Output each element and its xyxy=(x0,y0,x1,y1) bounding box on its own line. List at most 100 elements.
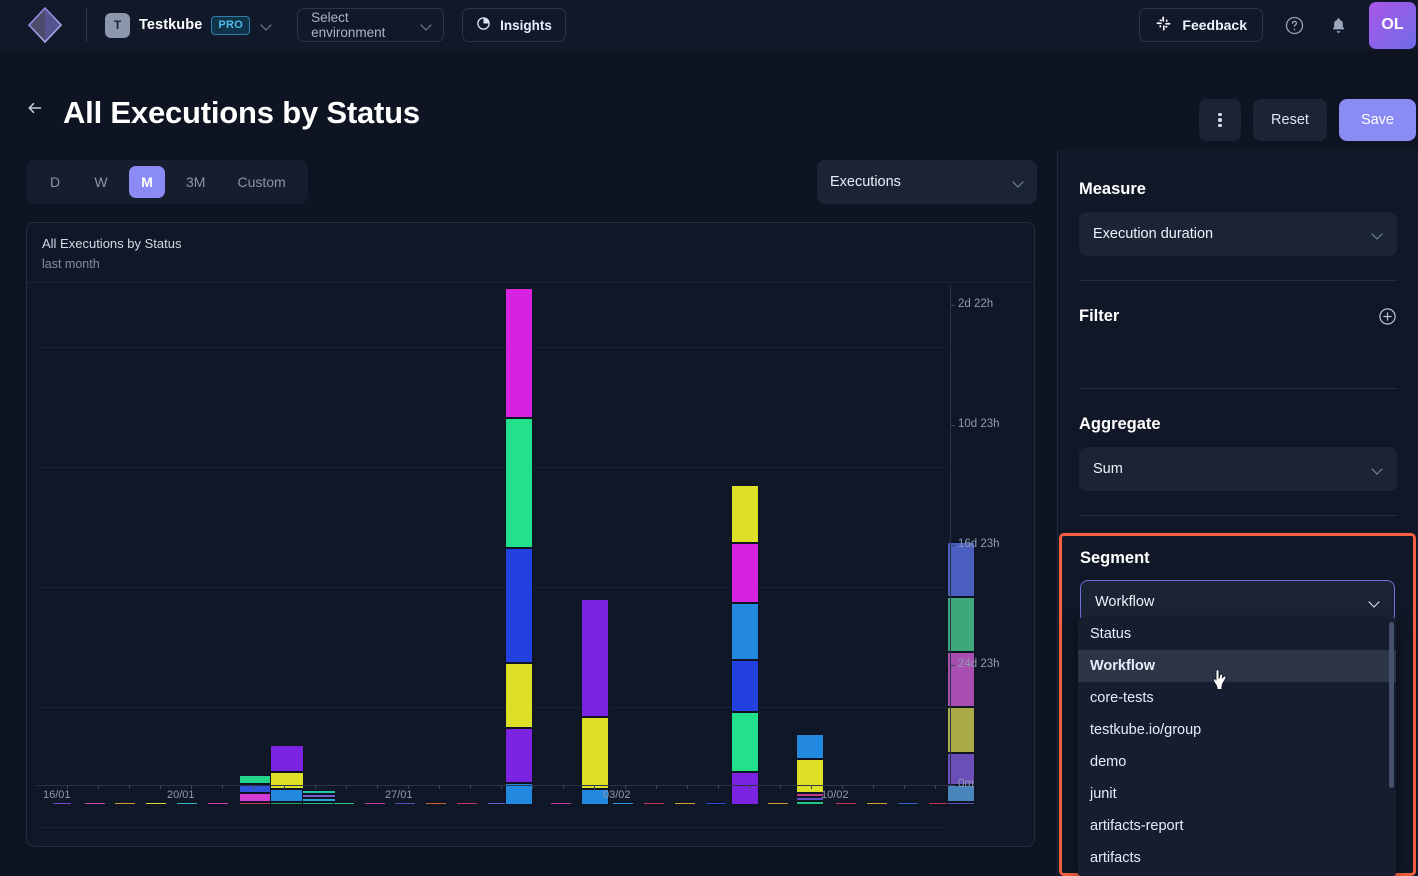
chart-bar[interactable] xyxy=(52,802,72,805)
chart-plot-area[interactable]: 2d 22h10d 23h16d 23h24d 23h0m 16/0120/01… xyxy=(27,283,1034,849)
range-tab-w[interactable]: W xyxy=(83,166,119,198)
reset-button[interactable]: Reset xyxy=(1253,99,1327,141)
chart-bar[interactable] xyxy=(767,802,789,805)
dropdown-option[interactable]: core-tests xyxy=(1078,682,1396,714)
chart-bar[interactable] xyxy=(270,745,304,805)
chart-axis-spine xyxy=(950,285,951,785)
feedback-button[interactable]: Feedback xyxy=(1139,8,1263,42)
chart-bar-segment xyxy=(239,793,273,802)
measure-select[interactable]: Execution duration xyxy=(1079,212,1397,256)
chart-bar[interactable] xyxy=(394,802,416,805)
save-button[interactable]: Save xyxy=(1339,99,1416,141)
dropdown-option[interactable]: demo xyxy=(1078,746,1396,778)
dropdown-option[interactable]: Workflow xyxy=(1078,650,1396,682)
chart-header: All Executions by Status last month xyxy=(27,223,1034,283)
chart-x-minor-tick xyxy=(408,785,409,789)
metric-select[interactable]: Executions xyxy=(817,160,1037,204)
chart-bar[interactable] xyxy=(145,802,167,805)
chart-bar-segment xyxy=(550,802,572,805)
chevron-down-icon xyxy=(262,21,271,30)
chart-bar[interactable] xyxy=(947,542,975,805)
chart-x-minor-tick xyxy=(222,785,223,789)
user-avatar[interactable]: OL xyxy=(1369,2,1416,49)
chart-x-minor-tick xyxy=(563,785,564,789)
chart-bar-segment xyxy=(643,802,665,805)
chart-y-axis-label: 24d 23h xyxy=(958,658,1000,670)
range-tab-d[interactable]: D xyxy=(37,166,73,198)
chart-x-minor-tick xyxy=(191,785,192,789)
chart-bar-segment xyxy=(731,660,759,712)
segment-dropdown-list: StatusWorkflowcore-teststestkube.io/grou… xyxy=(1078,618,1396,874)
chart-bar[interactable] xyxy=(705,802,727,805)
chart-bar-segment xyxy=(505,288,533,418)
chart-bar-segment xyxy=(456,802,478,805)
chart-bar[interactable] xyxy=(796,734,824,805)
chart-gridline xyxy=(36,347,948,348)
dropdown-option[interactable]: junit xyxy=(1078,778,1396,810)
chart-bar[interactable] xyxy=(239,775,273,805)
range-tab-custom[interactable]: Custom xyxy=(226,166,296,198)
chart-x-minor-tick xyxy=(811,785,812,789)
testkube-diamond-logo[interactable] xyxy=(24,4,66,46)
chart-bar[interactable] xyxy=(84,802,106,805)
chart-bar[interactable] xyxy=(897,802,919,805)
range-tab-3m[interactable]: 3M xyxy=(175,166,216,198)
chart-bar[interactable] xyxy=(674,802,696,805)
chart-x-minor-tick xyxy=(904,785,905,789)
chart-bar-segment xyxy=(947,542,975,597)
chart-x-minor-tick xyxy=(253,785,254,789)
segment-dropdown-menu[interactable]: StatusWorkflowcore-teststestkube.io/grou… xyxy=(1078,618,1396,876)
chart-bar-segment xyxy=(581,717,609,789)
insights-button[interactable]: Insights xyxy=(462,8,566,42)
more-options-button[interactable] xyxy=(1199,99,1241,141)
chart-x-minor-tick xyxy=(284,785,285,789)
aggregate-select[interactable]: Sum xyxy=(1079,447,1397,491)
dropdown-scrollbar[interactable] xyxy=(1389,622,1394,788)
page-header-actions: Reset Save xyxy=(1199,99,1416,141)
chart-x-minor-tick xyxy=(439,785,440,789)
chart-bar[interactable] xyxy=(581,599,609,805)
chevron-down-icon xyxy=(1014,178,1023,187)
chart-bar[interactable] xyxy=(364,802,386,805)
chart-bar[interactable] xyxy=(207,802,229,805)
chart-bar[interactable] xyxy=(866,802,888,805)
slack-icon xyxy=(1155,15,1172,35)
question-circle-icon[interactable] xyxy=(1281,12,1307,38)
segment-select-value: Workflow xyxy=(1095,594,1154,610)
plus-circle-icon[interactable] xyxy=(1378,307,1397,326)
chart-bar-segment xyxy=(731,603,759,660)
chart-bar-segment xyxy=(796,801,824,805)
chart-bar[interactable] xyxy=(612,802,634,805)
chart-bar[interactable] xyxy=(550,802,572,805)
chart-bar-segment xyxy=(270,772,304,789)
chart-bar[interactable] xyxy=(835,802,857,805)
arrow-left-icon[interactable] xyxy=(24,97,46,119)
chart-bar-segment xyxy=(239,775,273,784)
dropdown-option[interactable]: testkube.io/group xyxy=(1078,714,1396,746)
chart-bar-segment xyxy=(835,802,857,805)
chart-bars-layer xyxy=(36,327,948,805)
chart-bar[interactable] xyxy=(333,802,355,805)
chart-bar[interactable] xyxy=(505,288,533,805)
chart-bar[interactable] xyxy=(302,790,336,805)
chart-x-minor-tick xyxy=(780,785,781,789)
pie-chart-icon xyxy=(476,16,491,34)
dropdown-option[interactable]: artifacts xyxy=(1078,842,1396,874)
organization-switcher[interactable]: T Testkube PRO xyxy=(105,13,271,38)
chart-bar-segment xyxy=(767,802,789,805)
chart-bar[interactable] xyxy=(114,802,136,805)
range-tab-m[interactable]: M xyxy=(129,166,165,198)
chart-bar[interactable] xyxy=(456,802,478,805)
dropdown-option[interactable]: Status xyxy=(1078,618,1396,650)
chart-bar[interactable] xyxy=(731,485,759,805)
chart-x-minor-tick xyxy=(749,785,750,789)
chart-bar[interactable] xyxy=(176,802,198,805)
environment-selector[interactable]: Select environment xyxy=(297,8,444,42)
chart-bar[interactable] xyxy=(643,802,665,805)
chart-bar[interactable] xyxy=(425,802,447,805)
chart-gridline xyxy=(36,827,948,828)
dropdown-option[interactable]: artifacts-report xyxy=(1078,810,1396,842)
chart-bar-segment xyxy=(333,802,355,805)
chart-bar-segment xyxy=(796,734,824,759)
bell-icon[interactable] xyxy=(1325,12,1351,38)
